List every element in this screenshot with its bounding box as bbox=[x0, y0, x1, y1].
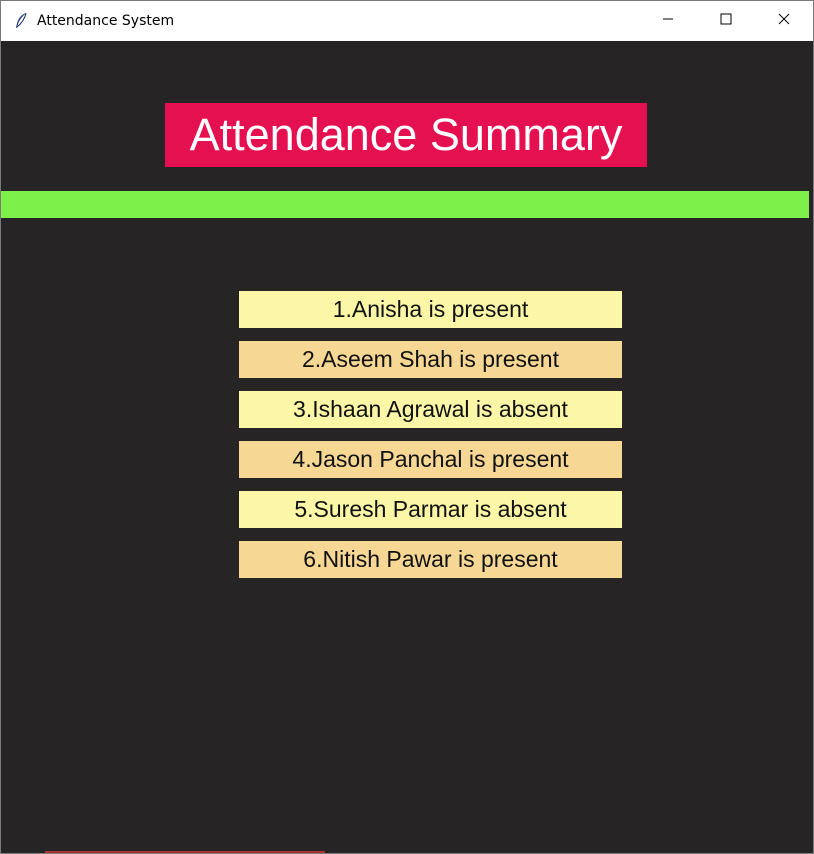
feather-icon bbox=[13, 12, 29, 30]
divider-bar bbox=[1, 191, 809, 218]
bottom-edge-strip bbox=[45, 851, 325, 853]
attendance-record: 4.Jason Panchal is present bbox=[239, 441, 622, 478]
attendance-record: 1.Anisha is present bbox=[239, 291, 622, 328]
attendance-record: 3.Ishaan Agrawal is absent bbox=[239, 391, 622, 428]
close-icon bbox=[778, 12, 790, 30]
maximize-icon bbox=[720, 12, 732, 30]
attendance-record: 5.Suresh Parmar is absent bbox=[239, 491, 622, 528]
close-button[interactable] bbox=[755, 1, 813, 41]
attendance-record: 2.Aseem Shah is present bbox=[239, 341, 622, 378]
attendance-panel: Attendance Summary 1.Anisha is present 2… bbox=[1, 41, 813, 853]
minimize-button[interactable] bbox=[639, 1, 697, 41]
app-window: Attendance System Attendance Summary 1.A… bbox=[0, 0, 814, 854]
attendance-record: 6.Nitish Pawar is present bbox=[239, 541, 622, 578]
window-controls bbox=[639, 1, 813, 41]
maximize-button[interactable] bbox=[697, 1, 755, 41]
window-title: Attendance System bbox=[37, 13, 175, 29]
page-title: Attendance Summary bbox=[165, 103, 647, 167]
title-bar[interactable]: Attendance System bbox=[1, 1, 813, 41]
minimize-icon bbox=[662, 12, 674, 30]
attendance-list: 1.Anisha is present 2.Aseem Shah is pres… bbox=[239, 291, 622, 591]
